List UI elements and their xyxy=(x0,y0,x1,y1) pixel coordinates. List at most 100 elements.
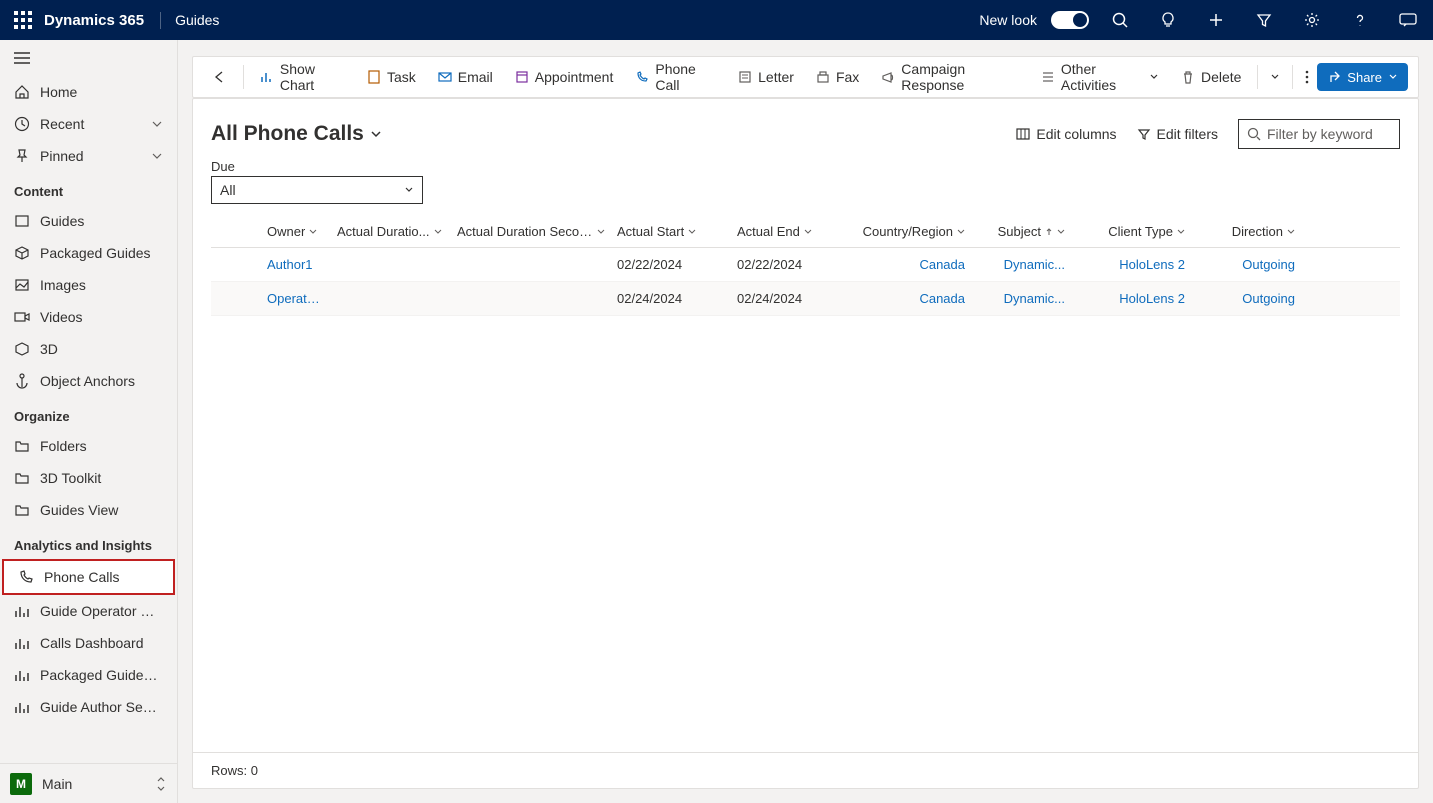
nav-author-sessions[interactable]: Guide Author Sessions xyxy=(0,691,177,723)
nav-images[interactable]: Images xyxy=(0,269,177,301)
section-analytics: Analytics and Insights xyxy=(0,526,177,559)
delete-chevron[interactable] xyxy=(1264,61,1286,93)
show-chart-button[interactable]: Show Chart xyxy=(250,61,355,93)
task-button[interactable]: Task xyxy=(357,61,426,93)
email-button[interactable]: Email xyxy=(428,61,503,93)
cell-country[interactable]: Canada xyxy=(851,257,971,272)
table-row[interactable]: Author1 02/22/2024 02/22/2024 Canada Dyn… xyxy=(211,248,1400,282)
edit-filters-button[interactable]: Edit filters xyxy=(1137,126,1218,142)
nav-videos[interactable]: Videos xyxy=(0,301,177,333)
folder-icon xyxy=(14,502,30,518)
search-icon[interactable] xyxy=(1103,0,1137,40)
main-area: Show Chart Task Email Appointment Phone … xyxy=(178,40,1433,803)
top-bar: Dynamics 365 Guides New look xyxy=(0,0,1433,40)
nav-packaged-op[interactable]: Packaged Guides Op... xyxy=(0,659,177,691)
list-icon xyxy=(1041,70,1055,84)
col-direction[interactable]: Direction xyxy=(1191,216,1301,247)
view-selector[interactable]: All Phone Calls xyxy=(211,122,382,146)
cell-direction[interactable]: Outgoing xyxy=(1191,257,1301,272)
due-select[interactable]: All xyxy=(211,176,423,204)
assistant-icon[interactable] xyxy=(1391,0,1425,40)
pin-icon xyxy=(14,148,30,164)
cell-owner[interactable]: Author1 xyxy=(261,257,331,272)
nav-guides[interactable]: Guides xyxy=(0,205,177,237)
filter-icon[interactable] xyxy=(1247,0,1281,40)
phone-icon xyxy=(18,569,34,585)
package-icon xyxy=(14,245,30,261)
cell-end: 02/22/2024 xyxy=(731,257,851,272)
nav-operator-sessions[interactable]: Guide Operator Sessi... xyxy=(0,595,177,627)
filter-icon xyxy=(1137,127,1151,141)
nav-calls-dashboard[interactable]: Calls Dashboard xyxy=(0,627,177,659)
col-duration-min[interactable]: Actual Duratio... xyxy=(331,216,451,247)
nav-home[interactable]: Home xyxy=(0,76,177,108)
fax-button[interactable]: Fax xyxy=(806,61,869,93)
letter-icon xyxy=(738,70,752,84)
chevron-down-icon xyxy=(309,228,317,236)
col-subject[interactable]: Subject xyxy=(971,216,1071,247)
nav-guides-view[interactable]: Guides View xyxy=(0,494,177,526)
area-switcher[interactable]: M Main xyxy=(0,763,177,803)
col-end[interactable]: Actual End xyxy=(731,216,851,247)
nav-recent[interactable]: Recent xyxy=(0,108,177,140)
megaphone-icon xyxy=(881,70,895,84)
col-start[interactable]: Actual Start xyxy=(611,216,731,247)
col-owner[interactable]: Owner xyxy=(261,216,331,247)
cell-direction[interactable]: Outgoing xyxy=(1191,291,1301,306)
cell-owner[interactable]: Operator2 xyxy=(261,291,331,306)
hamburger-icon[interactable] xyxy=(0,40,177,76)
nav-folders[interactable]: Folders xyxy=(0,430,177,462)
chevron-down-icon xyxy=(1388,72,1398,82)
help-icon[interactable] xyxy=(1343,0,1377,40)
nav-object-anchors[interactable]: Object Anchors xyxy=(0,365,177,397)
other-activities-button[interactable]: Other Activities xyxy=(1031,61,1169,93)
cell-subject[interactable]: Dynamic... xyxy=(971,257,1071,272)
task-icon xyxy=(367,70,381,84)
chart-icon xyxy=(260,70,274,84)
cell-start: 02/22/2024 xyxy=(611,257,731,272)
chevron-down-icon xyxy=(1287,228,1295,236)
chart-icon xyxy=(14,635,30,651)
share-button[interactable]: Share xyxy=(1317,63,1408,91)
campaign-button[interactable]: Campaign Response xyxy=(871,61,1029,93)
back-button[interactable] xyxy=(203,61,237,93)
delete-button[interactable]: Delete xyxy=(1171,61,1251,93)
new-look-toggle[interactable] xyxy=(1051,11,1089,29)
data-grid: Owner Actual Duratio... Actual Duration … xyxy=(193,216,1418,316)
anchor-icon xyxy=(14,373,30,389)
cell-client[interactable]: HoloLens 2 xyxy=(1071,291,1191,306)
cell-client[interactable]: HoloLens 2 xyxy=(1071,257,1191,272)
table-row[interactable]: Operator2 02/24/2024 02/24/2024 Canada D… xyxy=(211,282,1400,316)
col-select[interactable] xyxy=(211,216,261,247)
grid-header: Owner Actual Duratio... Actual Duration … xyxy=(211,216,1400,248)
col-country[interactable]: Country/Region xyxy=(851,216,971,247)
appointment-button[interactable]: Appointment xyxy=(505,61,624,93)
video-icon xyxy=(14,309,30,325)
keyword-filter[interactable] xyxy=(1238,119,1400,149)
chevron-down-icon xyxy=(688,228,696,236)
add-icon[interactable] xyxy=(1199,0,1233,40)
image-icon xyxy=(14,277,30,293)
gear-icon[interactable] xyxy=(1295,0,1329,40)
overflow-button[interactable] xyxy=(1299,61,1315,93)
nav-phone-calls[interactable]: Phone Calls xyxy=(4,561,173,593)
keyword-input[interactable] xyxy=(1267,126,1391,142)
nav-home-label: Home xyxy=(40,84,163,100)
nav-packaged-guides[interactable]: Packaged Guides xyxy=(0,237,177,269)
edit-columns-button[interactable]: Edit columns xyxy=(1016,126,1116,142)
col-client[interactable]: Client Type xyxy=(1071,216,1191,247)
trash-icon xyxy=(1181,70,1195,84)
phone-call-button[interactable]: Phone Call xyxy=(625,61,726,93)
cell-country[interactable]: Canada xyxy=(851,291,971,306)
nav-recent-label: Recent xyxy=(40,116,141,132)
cell-subject[interactable]: Dynamic... xyxy=(971,291,1071,306)
letter-button[interactable]: Letter xyxy=(728,61,804,93)
col-duration-sec[interactable]: Actual Duration Seconds xyxy=(451,216,611,247)
highlighted-nav: Phone Calls xyxy=(2,559,175,595)
new-look-label: New look xyxy=(979,12,1037,28)
nav-3d[interactable]: 3D xyxy=(0,333,177,365)
lightbulb-icon[interactable] xyxy=(1151,0,1185,40)
nav-pinned[interactable]: Pinned xyxy=(0,140,177,172)
app-launcher-icon[interactable] xyxy=(14,11,32,29)
nav-3d-toolkit[interactable]: 3D Toolkit xyxy=(0,462,177,494)
